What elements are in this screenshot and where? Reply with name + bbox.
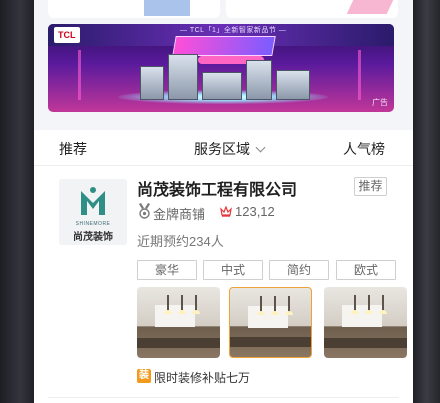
device-bezel-left <box>0 0 34 403</box>
divider <box>48 397 399 398</box>
banner-headline-graphic <box>172 36 276 56</box>
company-card[interactable]: SHINEMORE 尚茂装饰 尚茂装饰工程有限公司 推荐 金牌商铺 123,12… <box>34 166 413 403</box>
top-card-right[interactable] <box>226 0 398 18</box>
style-tag: 欧式 <box>336 260 396 280</box>
recommend-badge: 推荐 <box>354 177 387 196</box>
tab-service-area-label: 服务区域 <box>194 141 250 157</box>
neon-light <box>358 50 361 100</box>
case-photo[interactable] <box>229 287 312 358</box>
ad-banner[interactable]: TCL — TCL「1」全新智家新品节 — 广告 <box>48 24 394 112</box>
crown-icon <box>220 206 232 217</box>
subsidy-icon: 装 <box>137 369 151 383</box>
style-tag: 豪华 <box>137 260 197 280</box>
shop-level: 金牌商铺 <box>153 207 206 222</box>
tab-recommend[interactable]: 推荐 <box>59 139 87 159</box>
product-image <box>202 72 242 100</box>
logo-chinese-text: 尚茂装饰 <box>73 232 113 243</box>
company-logo: SHINEMORE 尚茂装饰 <box>59 179 127 245</box>
product-image <box>140 66 164 100</box>
medal-icon <box>139 203 150 219</box>
case-photo[interactable] <box>324 287 407 358</box>
recent-bookings: 近期预约234人 <box>137 234 224 249</box>
product-image <box>276 70 310 100</box>
product-image <box>246 60 272 100</box>
promo-area: TCL — TCL「1」全新智家新品节 — 广告 <box>34 18 413 130</box>
device-bezel-right <box>413 0 440 403</box>
chevron-down-icon <box>255 142 266 153</box>
company-name[interactable]: 尚茂装饰工程有限公司 <box>137 176 297 200</box>
tab-service-area[interactable]: 服务区域 <box>194 139 266 159</box>
banner-slogan: — TCL「1」全新智家新品节 — <box>180 27 287 34</box>
logo-english-text: SHINEMORE <box>75 221 111 227</box>
tab-popularity[interactable]: 人气榜 <box>343 139 385 159</box>
neon-light <box>78 50 81 100</box>
top-card-left[interactable] <box>48 0 220 18</box>
subsidy-text: 限时装修补贴七万 <box>154 371 251 385</box>
phone-screen: TCL — TCL「1」全新智家新品节 — 广告 推荐 服务区域 人气榜 SHI… <box>34 0 413 403</box>
popularity-count: 123,12 <box>235 204 275 219</box>
style-tag: 中式 <box>203 260 263 280</box>
case-photo[interactable] <box>137 287 220 358</box>
brand-logo: TCL <box>54 27 80 43</box>
style-tag: 简约 <box>269 260 329 280</box>
top-cards-strip <box>34 0 413 18</box>
filter-tabs: 推荐 服务区域 人气榜 <box>34 130 413 166</box>
ad-label: 广告 <box>372 98 388 107</box>
product-image <box>168 54 198 100</box>
